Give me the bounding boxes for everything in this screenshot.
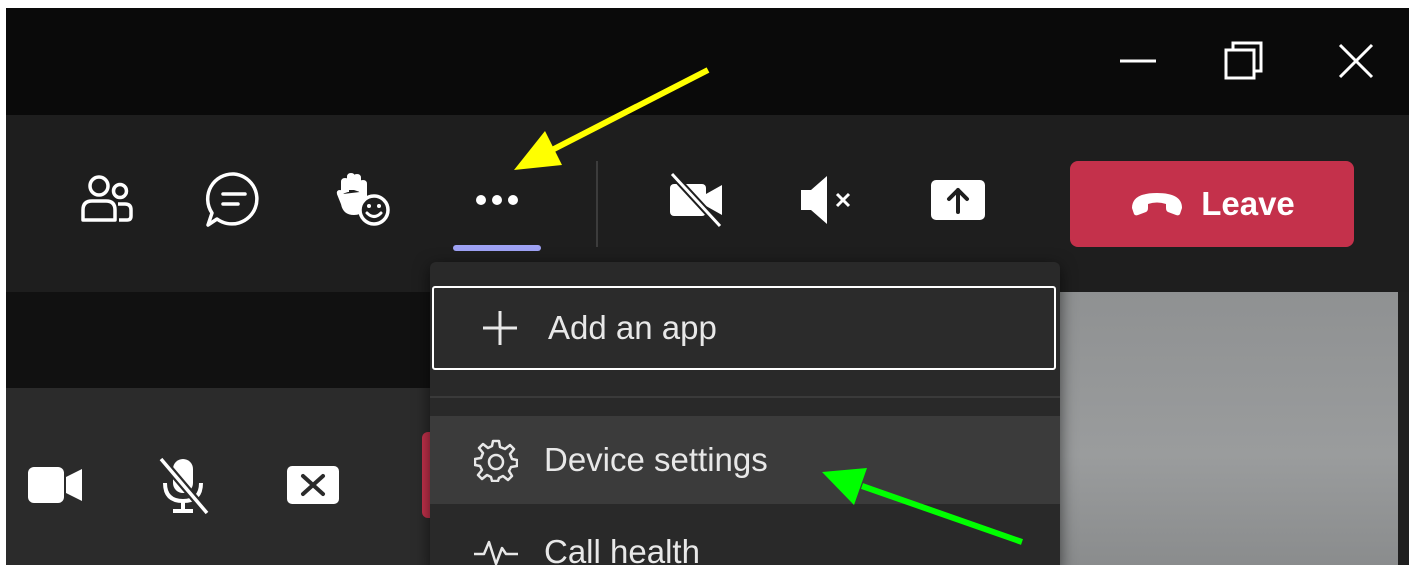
- chat-icon: [205, 172, 259, 227]
- close-icon: [1338, 43, 1374, 79]
- leave-label: Leave: [1201, 185, 1295, 222]
- mic-off-icon: [157, 456, 211, 515]
- camera-toggle-button[interactable]: [661, 165, 731, 235]
- participants-button[interactable]: [70, 165, 140, 235]
- menu-item-add-app[interactable]: Add an app: [432, 286, 1056, 370]
- menu-item-label: Device settings: [544, 441, 768, 478]
- share-screen-icon: [931, 180, 985, 220]
- pulse-icon: [466, 534, 526, 565]
- mini-camera-button[interactable]: [20, 450, 90, 520]
- camera-off-icon: [669, 171, 723, 229]
- close-button[interactable]: [1328, 36, 1384, 86]
- hang-up-icon: [1132, 193, 1183, 216]
- mini-call-controls: [6, 388, 436, 565]
- speaker-toggle-button[interactable]: [792, 165, 862, 235]
- chat-button[interactable]: [199, 165, 269, 235]
- stop-share-icon: [287, 466, 339, 504]
- raise-hand-icon: [336, 172, 390, 226]
- restore-icon: [1224, 41, 1263, 80]
- minimize-button[interactable]: [1110, 36, 1166, 86]
- participant-video: [1058, 292, 1398, 565]
- active-tab-indicator: [453, 245, 541, 251]
- teams-meeting-window: Leave Add an app Device settings Call he…: [6, 8, 1409, 565]
- people-icon: [81, 175, 133, 222]
- speaker-mute-icon: [801, 176, 851, 224]
- more-options-menu: Add an app Device settings Call health: [430, 262, 1060, 565]
- reactions-button[interactable]: [327, 165, 397, 235]
- mini-mic-button[interactable]: [148, 450, 218, 520]
- share-button[interactable]: [923, 165, 993, 235]
- gear-icon: [466, 438, 526, 482]
- menu-item-label: Add an app: [548, 309, 717, 346]
- menu-item-call-health[interactable]: Call health: [430, 512, 1060, 565]
- plus-icon: [470, 308, 530, 348]
- toolbar-divider: [596, 161, 598, 247]
- menu-item-device-settings[interactable]: Device settings: [430, 416, 1060, 504]
- camera-icon: [28, 467, 82, 503]
- menu-divider: [430, 396, 1060, 398]
- minimize-icon: [1120, 59, 1156, 63]
- mini-stop-share-button[interactable]: [278, 450, 348, 520]
- more-options-button[interactable]: [462, 165, 532, 235]
- restore-button[interactable]: [1216, 36, 1272, 86]
- leave-button[interactable]: Leave: [1070, 161, 1354, 247]
- more-options-icon: [476, 195, 518, 205]
- menu-item-label: Call health: [544, 533, 700, 565]
- meeting-stage-strip: [6, 292, 436, 388]
- title-bar: [6, 8, 1409, 115]
